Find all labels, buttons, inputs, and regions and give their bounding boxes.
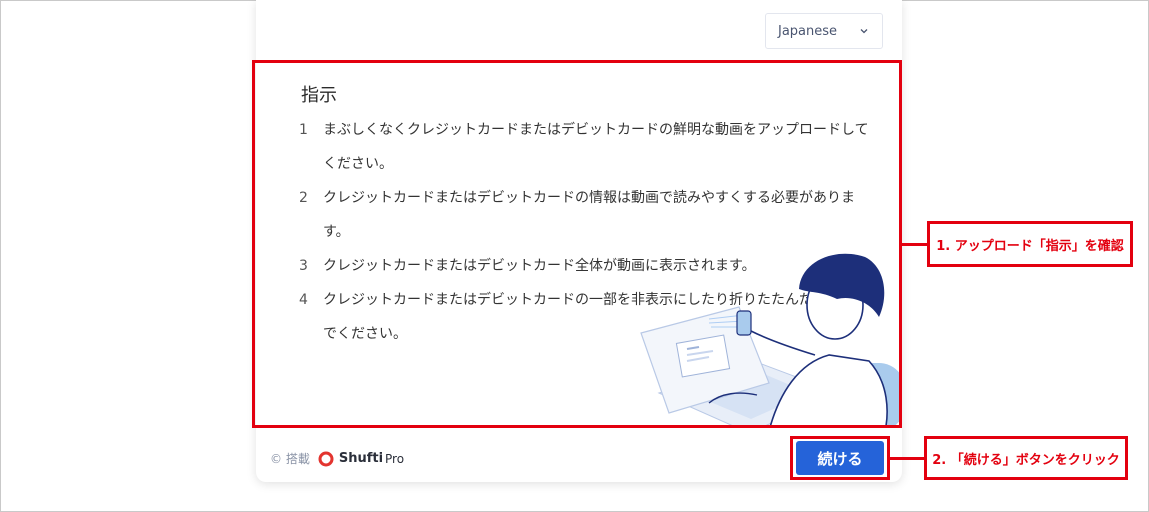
callout-connector (890, 457, 924, 460)
instruction-text: クレジットカードまたはデビットカードの情報は動画で読みやすくする必要があります。 (323, 190, 855, 240)
callout-check-instructions: 1. アップロード「指示」を確認 (927, 221, 1133, 267)
instructions-panel: 指示 1 まぶしくなくクレジットカードまたはデビットカードの鮮明な動画をアップロ… (252, 60, 902, 428)
language-select[interactable]: Japanese (765, 13, 883, 49)
language-select-value: Japanese (778, 23, 838, 39)
powered-by-text: © 搭載 (270, 452, 310, 466)
card-scan-illustration (640, 253, 899, 425)
instruction-number: 2 (299, 190, 308, 206)
shufti-pro-logo-icon (318, 451, 334, 466)
brand-name: Shufti (338, 451, 384, 466)
chevron-down-icon (860, 29, 868, 34)
powered-by-footer: © 搭載 Shufti Pro (270, 450, 404, 467)
instruction-item: 2 クレジットカードまたはデビットカードの情報は動画で読みやすくする必要がありま… (299, 181, 879, 249)
instruction-text: まぶしくなくクレジットカードまたはデビットカードの鮮明な動画をアップロードしてく… (323, 122, 869, 172)
instruction-number: 4 (299, 292, 308, 308)
instruction-item: 1 まぶしくなくクレジットカードまたはデビットカードの鮮明な動画をアップロードし… (299, 113, 879, 181)
instruction-number: 3 (299, 258, 308, 274)
callout-connector (902, 243, 927, 246)
instruction-number: 1 (299, 122, 308, 138)
brand-suffix: Pro (385, 451, 405, 466)
continue-button[interactable]: 続ける (796, 441, 884, 475)
instructions-title: 指示 (301, 85, 337, 106)
callout-click-continue: 2. 「続ける」ボタンをクリック (924, 436, 1128, 480)
